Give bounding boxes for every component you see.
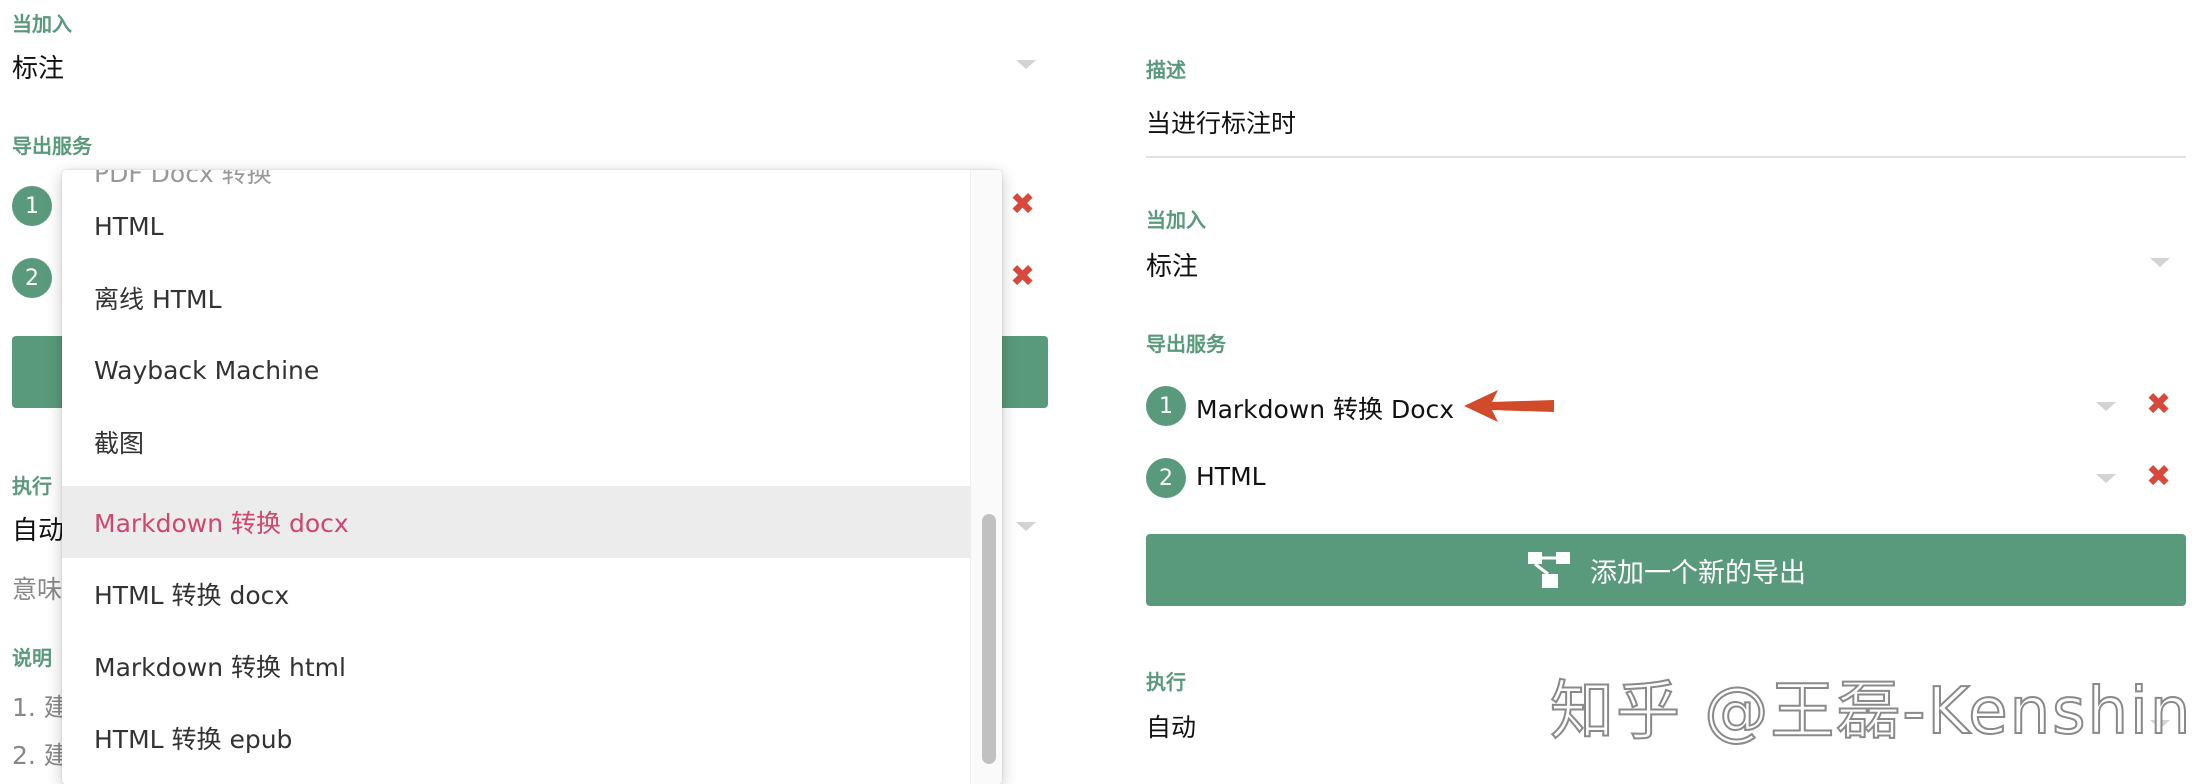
- close-icon[interactable]: ✖: [1010, 190, 1035, 220]
- export-number-1: 1: [12, 186, 52, 226]
- dropdown-scroll-thumb[interactable]: [982, 514, 996, 764]
- execute-hint: 意味: [12, 575, 63, 604]
- chevron-down-icon[interactable]: [1016, 522, 1036, 531]
- dropdown-partial-item[interactable]: PDF Docx 转换: [94, 170, 272, 190]
- note-line-2: 2. 建: [12, 741, 69, 770]
- dropdown-item-screenshot[interactable]: 截图: [62, 406, 970, 478]
- export-number-2: 2: [1146, 458, 1186, 498]
- description-input[interactable]: 当进行标注时: [1146, 104, 1296, 140]
- export-number-1: 1: [1146, 386, 1186, 426]
- chevron-down-icon[interactable]: [2096, 402, 2116, 411]
- chevron-down-icon[interactable]: [2150, 258, 2170, 267]
- execute-select[interactable]: 自动: [12, 510, 64, 547]
- chevron-down-icon[interactable]: [1016, 60, 1036, 69]
- add-export-button[interactable]: 添加一个新的导出: [1146, 534, 2186, 606]
- trigger-select[interactable]: 标注: [1146, 246, 1198, 283]
- note-line-1: 1. 建: [12, 693, 69, 722]
- chevron-down-icon[interactable]: [2096, 474, 2116, 483]
- dropdown-item-offline-html[interactable]: 离线 HTML: [62, 262, 970, 334]
- export-number-2: 2: [12, 258, 52, 298]
- dropdown-item-html-epub[interactable]: HTML 转换 epub: [62, 702, 970, 774]
- close-icon[interactable]: ✖: [2146, 462, 2171, 492]
- execute-label: 执行: [1146, 670, 1186, 694]
- description-underline: [1146, 156, 2186, 158]
- dropdown-item-markdown-html[interactable]: Markdown 转换 html: [62, 630, 970, 702]
- dropdown-item-html[interactable]: HTML: [62, 190, 970, 262]
- export-item-2-label[interactable]: HTML: [1196, 462, 1266, 491]
- export-label: 导出服务: [12, 134, 92, 158]
- add-export-label: 添加一个新的导出: [1590, 557, 1806, 589]
- dropdown-item-markdown-docx[interactable]: Markdown 转换 docx: [62, 486, 970, 558]
- dropdown-item-html-docx[interactable]: HTML 转换 docx: [62, 558, 970, 630]
- trigger-label: 当加入: [12, 12, 72, 36]
- watermark: 知乎 @王磊-Kenshin: [1549, 674, 2193, 750]
- screen: 当加入 标注 导出服务 1 ✖ 2 ✖ 执行 自动 意味 说明 1. 建 2. …: [0, 0, 2208, 784]
- execute-select[interactable]: 自动: [1146, 708, 1196, 744]
- arrow-left-icon: [1464, 390, 1554, 422]
- notes-label: 说明: [12, 646, 52, 670]
- close-icon[interactable]: ✖: [1010, 262, 1035, 292]
- export-item-1-label[interactable]: Markdown 转换 Docx: [1196, 390, 1454, 426]
- flow-icon: [1528, 552, 1570, 588]
- export-service-dropdown[interactable]: PDF Docx 转换 HTML 离线 HTML Wayback Machine…: [62, 170, 1002, 784]
- execute-label: 执行: [12, 474, 52, 498]
- export-label: 导出服务: [1146, 332, 1226, 356]
- description-label: 描述: [1146, 58, 1186, 82]
- trigger-select[interactable]: 标注: [12, 48, 64, 85]
- dropdown-item-wayback[interactable]: Wayback Machine: [62, 334, 970, 406]
- trigger-label: 当加入: [1146, 208, 1206, 232]
- close-icon[interactable]: ✖: [2146, 390, 2171, 420]
